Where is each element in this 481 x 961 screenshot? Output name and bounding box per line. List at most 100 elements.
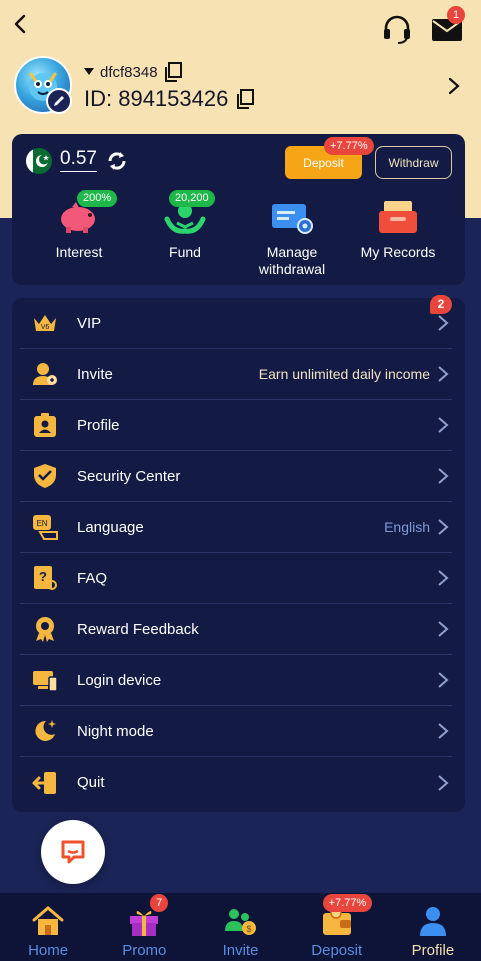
menu-item-label: FAQ xyxy=(77,569,108,587)
withdraw-button[interactable]: Withdraw xyxy=(375,146,452,179)
tab-promo[interactable]: 7 Promo xyxy=(96,893,192,961)
chevron-right-icon xyxy=(438,723,449,739)
menu-item-language[interactable]: EN Language English xyxy=(20,502,452,553)
menu-item-label: Invite xyxy=(77,365,113,383)
menu-item-label: Security Center xyxy=(77,467,181,485)
promo-badge: 7 xyxy=(150,894,169,912)
menu-item-profile[interactable]: Profile xyxy=(20,400,452,451)
live-chat-button[interactable] xyxy=(41,820,105,884)
svg-text:?: ? xyxy=(39,569,47,584)
records-tray-icon xyxy=(379,201,417,233)
pakistan-flag-icon xyxy=(26,148,52,174)
invite-person-icon xyxy=(33,363,57,385)
menu-item-login-device[interactable]: Login device xyxy=(20,655,452,706)
interest-badge: 200% xyxy=(77,190,118,207)
chevron-right-icon xyxy=(438,774,449,791)
tab-label: Deposit xyxy=(311,942,363,959)
chat-bubble-icon xyxy=(61,840,85,864)
menu-item-label: Quit xyxy=(77,774,105,791)
chevron-right-icon xyxy=(438,315,449,331)
chevron-right-icon xyxy=(438,468,449,484)
user-id: ID: 894153426 xyxy=(84,86,229,111)
user-id-row[interactable]: ID: 894153426 xyxy=(84,86,255,112)
moon-star-icon xyxy=(35,720,56,741)
menu-item-faq[interactable]: ? FAQ xyxy=(20,553,452,604)
reward-medal-icon xyxy=(36,617,54,642)
mail-count-badge: 1 xyxy=(447,6,465,24)
menu-item-label: Reward Feedback xyxy=(77,620,199,638)
invite-promo-text: Earn unlimited daily income xyxy=(258,366,430,382)
tab-label: Home xyxy=(28,942,69,959)
quick-action-interest[interactable]: 200% Interest xyxy=(24,190,134,261)
faq-question-icon: ? xyxy=(34,566,57,590)
deposit-bonus-badge: +7.77% xyxy=(324,137,374,155)
chevron-right-icon xyxy=(438,621,449,637)
withdraw-label: Withdraw xyxy=(388,155,439,170)
chevron-right-icon xyxy=(438,570,449,586)
menu-item-label: Profile xyxy=(77,416,120,434)
profile-detail-button[interactable] xyxy=(444,74,464,98)
card-settings-icon xyxy=(272,204,313,234)
refresh-balance-button[interactable] xyxy=(106,150,128,172)
menu-item-night-mode[interactable]: Night mode xyxy=(20,706,452,757)
invite-people-icon: $ xyxy=(224,909,256,935)
quick-action-fund[interactable]: 20,200 Fund xyxy=(130,190,240,261)
tab-home[interactable]: Home xyxy=(0,893,96,961)
quick-action-label: Interest xyxy=(55,244,103,260)
tab-label: Promo xyxy=(122,942,167,959)
chevron-right-icon xyxy=(448,77,460,95)
chevron-right-icon xyxy=(438,672,449,688)
tab-deposit[interactable]: +7.77% Deposit xyxy=(289,893,385,961)
profile-person-icon xyxy=(419,907,446,936)
copy-icon[interactable] xyxy=(164,62,182,82)
svg-text:V6: V6 xyxy=(41,324,50,331)
svg-text:EN: EN xyxy=(36,519,47,528)
back-button[interactable] xyxy=(8,10,32,38)
quick-action-manage-withdrawal[interactable]: Manage withdrawal xyxy=(237,196,347,278)
vip-badge: 2 xyxy=(430,295,452,314)
tab-profile[interactable]: Profile xyxy=(385,893,481,961)
current-language: English xyxy=(384,519,430,535)
settings-menu: V6 VIP 2 Invite Earn unlimited daily inc… xyxy=(12,295,465,812)
quick-action-label: Fund xyxy=(169,244,201,260)
menu-item-vip[interactable]: V6 VIP 2 xyxy=(20,295,452,349)
tab-label: Invite xyxy=(222,942,259,959)
menu-item-label: Night mode xyxy=(77,722,154,740)
profile-badge-icon xyxy=(34,413,56,437)
customer-service-button[interactable] xyxy=(380,12,414,46)
menu-item-label: VIP xyxy=(77,314,102,332)
quick-action-label: My Records xyxy=(360,244,436,260)
menu-item-quit[interactable]: Quit xyxy=(20,757,452,808)
fund-badge: 20,200 xyxy=(169,190,215,207)
chevron-right-icon xyxy=(438,366,449,382)
mail-button[interactable]: 1 xyxy=(430,6,465,44)
svg-text:$: $ xyxy=(246,924,251,934)
chevron-right-icon xyxy=(438,417,449,433)
language-en-icon: EN xyxy=(33,515,58,540)
quit-door-icon xyxy=(32,771,56,794)
refresh-icon xyxy=(108,152,126,170)
quick-action-my-records[interactable]: My Records xyxy=(343,196,453,261)
home-icon xyxy=(32,906,64,935)
tab-label: Profile xyxy=(411,942,455,959)
chevron-left-icon xyxy=(14,14,26,34)
deposit-label: Deposit xyxy=(303,155,344,170)
edit-avatar-button[interactable] xyxy=(46,88,72,114)
menu-item-reward-feedback[interactable]: Reward Feedback xyxy=(20,604,452,655)
balance-amount: 0.57 xyxy=(60,148,97,172)
menu-item-label: Language xyxy=(77,518,144,536)
shield-check-icon xyxy=(34,464,56,488)
chevron-right-icon xyxy=(438,519,449,535)
menu-item-invite[interactable]: Invite Earn unlimited daily income xyxy=(20,349,452,400)
menu-item-security-center[interactable]: Security Center xyxy=(20,451,452,502)
vip-crown-icon: V6 xyxy=(34,315,56,331)
copy-id-icon[interactable] xyxy=(236,89,255,109)
caret-down-icon xyxy=(84,68,94,75)
bottom-tab-bar: Home 7 Promo $ Invite +7.77% Deposit Pro… xyxy=(0,893,481,961)
deposit-tab-badge: +7.77% xyxy=(322,894,373,912)
username: dfcf8348 xyxy=(100,63,158,81)
login-device-icon xyxy=(33,671,58,692)
tab-invite[interactable]: $ Invite xyxy=(192,893,288,961)
wallet-card: 0.57 Deposit +7.77% Withdraw 200% Intere… xyxy=(12,134,465,285)
username-row[interactable]: dfcf8348 xyxy=(84,62,182,82)
